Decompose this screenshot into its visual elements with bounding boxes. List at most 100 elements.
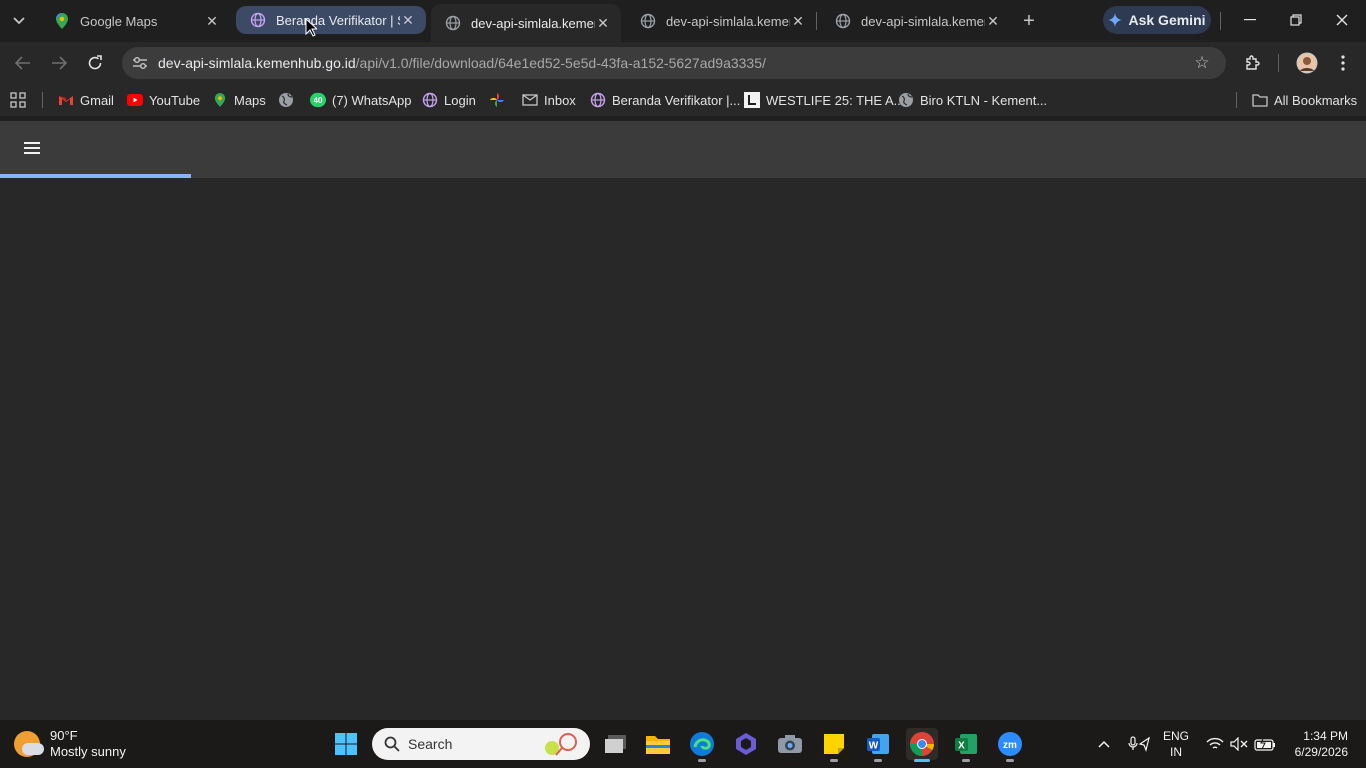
- globe-icon: [422, 92, 438, 108]
- weather-temp: 90°F: [50, 728, 78, 743]
- excel-button[interactable]: X: [950, 728, 982, 762]
- minimize-icon: [1244, 19, 1256, 21]
- back-button[interactable]: [10, 50, 36, 76]
- weather-desc: Mostly sunny: [50, 744, 126, 759]
- task-view-button[interactable]: [600, 728, 632, 760]
- windows-logo-icon: [335, 733, 357, 755]
- globe-icon: [278, 92, 294, 108]
- close-icon[interactable]: ✕: [400, 12, 416, 28]
- battery-charging-icon: [1254, 737, 1275, 751]
- site-settings-icon[interactable]: [132, 55, 148, 71]
- tab-title: dev-api-simlala.kemenhub.go.id: [471, 15, 595, 31]
- mouse-cursor-icon: [305, 18, 317, 37]
- tab-title: dev-api-simlala.kemenhub.go.id: [861, 13, 985, 29]
- battery-indicator[interactable]: [1254, 728, 1276, 760]
- globe-icon: [445, 15, 461, 31]
- sticky-notes-button[interactable]: [818, 728, 850, 762]
- task-view-icon: [605, 735, 626, 753]
- bookmark-globe[interactable]: [278, 90, 294, 110]
- bookmark-star-icon[interactable]: ☆: [1192, 53, 1212, 73]
- bookmark-inbox[interactable]: Inbox: [522, 90, 576, 110]
- puzzle-icon: [1246, 55, 1260, 70]
- globe-icon: [590, 92, 606, 108]
- taskbar-search[interactable]: Search: [372, 728, 590, 760]
- wifi-indicator[interactable]: [1206, 728, 1224, 760]
- excel-icon: X: [955, 734, 977, 754]
- tab-google-maps[interactable]: Google Maps ✕: [40, 6, 230, 36]
- word-icon: W: [867, 734, 889, 754]
- bookmark-westlife[interactable]: WESTLIFE 25: THE A...: [744, 90, 904, 110]
- address-bar[interactable]: dev-api-simlala.kemenhub.go.id/api/v1.0/…: [122, 47, 1226, 79]
- zoom-button[interactable]: zm: [994, 728, 1026, 762]
- zoom-icon: zm: [998, 732, 1022, 756]
- gmail-icon: [58, 92, 74, 108]
- bookmark-gmail[interactable]: Gmail: [58, 90, 114, 110]
- hamburger-menu-icon[interactable]: [22, 139, 42, 157]
- tab-title: Google Maps: [80, 13, 158, 29]
- volume-muted-icon: [1230, 737, 1248, 751]
- url-host: dev-api-simlala.kemenhub.go.id: [158, 55, 356, 71]
- chevron-down-icon: [13, 17, 25, 25]
- minimize-button[interactable]: [1230, 6, 1270, 34]
- bookmark-label: (7) WhatsApp: [332, 92, 412, 108]
- edge-button[interactable]: [686, 728, 718, 762]
- forward-button[interactable]: [46, 50, 72, 76]
- language-code: ENG: [1162, 729, 1189, 743]
- tab-separator: [816, 12, 817, 30]
- avatar-icon: [1296, 52, 1318, 74]
- extensions-button[interactable]: [1240, 50, 1266, 76]
- bookmark-biro-ktln[interactable]: Biro KTLN - Kement...: [898, 90, 1047, 110]
- bookmark-maps[interactable]: Maps: [212, 90, 266, 110]
- system-clock[interactable]: 1:34 PM 6/29/2026: [1290, 728, 1348, 760]
- gemini-sparkle-icon: [1108, 13, 1123, 27]
- bookmark-label: WESTLIFE 25: THE A...: [766, 92, 905, 108]
- whatsapp-badge: 40: [314, 96, 323, 105]
- chrome-menu-button[interactable]: [1330, 50, 1356, 76]
- weather-widget[interactable]: 90°F Mostly sunny: [14, 728, 126, 760]
- word-button[interactable]: W: [862, 728, 894, 762]
- restore-button[interactable]: [1276, 6, 1316, 34]
- reload-button[interactable]: [82, 50, 108, 76]
- volume-indicator[interactable]: [1230, 728, 1248, 760]
- bookmark-beranda-verifikator[interactable]: Beranda Verifikator |...: [590, 90, 740, 110]
- new-tab-button[interactable]: +: [1016, 8, 1042, 34]
- copilot-button[interactable]: [730, 728, 762, 760]
- close-icon[interactable]: ✕: [790, 13, 806, 29]
- svg-text:zm: zm: [1003, 740, 1017, 751]
- ask-gemini-button[interactable]: Ask Gemini: [1103, 6, 1211, 34]
- close-window-button[interactable]: [1322, 6, 1362, 34]
- start-button[interactable]: [330, 728, 362, 760]
- tab-dev-api-3[interactable]: dev-api-simlala.kemenhub.go.id ✕: [821, 6, 1011, 36]
- bookmark-login[interactable]: Login: [422, 90, 476, 110]
- profile-avatar[interactable]: [1294, 50, 1320, 76]
- close-icon[interactable]: ✕: [595, 15, 611, 31]
- all-bookmarks-button[interactable]: All Bookmarks: [1252, 90, 1357, 110]
- tab-search-button[interactable]: [6, 8, 32, 34]
- file-explorer-button[interactable]: [642, 728, 674, 760]
- camera-icon: [778, 735, 802, 753]
- tab-separator: [1220, 12, 1221, 30]
- tab-dev-api-2[interactable]: dev-api-simlala.kemenhub.go.id ✕: [626, 6, 816, 36]
- bookmark-pinwheel[interactable]: [489, 90, 505, 110]
- tab-dev-api-active[interactable]: dev-api-simlala.kemenhub.go.id ✕: [431, 4, 621, 42]
- mic-location-indicator[interactable]: [1128, 728, 1150, 760]
- apps-button[interactable]: [10, 90, 26, 110]
- bookmark-whatsapp[interactable]: 40 (7) WhatsApp: [310, 90, 411, 110]
- tab-beranda-verifikator[interactable]: Beranda Verifikator | Simlala ✕: [236, 6, 426, 34]
- svg-text:X: X: [958, 741, 965, 752]
- camera-button[interactable]: [774, 728, 806, 760]
- close-icon[interactable]: ✕: [204, 13, 220, 29]
- page-header: [0, 121, 1366, 175]
- wifi-icon: [1206, 737, 1224, 749]
- close-icon[interactable]: ✕: [985, 13, 1001, 29]
- letterboxd-icon: [744, 92, 760, 108]
- arrow-right-icon: [52, 56, 67, 70]
- bookmark-youtube[interactable]: YouTube: [127, 90, 200, 110]
- globe-icon: [640, 13, 656, 29]
- bookmark-label: Biro KTLN - Kement...: [920, 92, 1048, 108]
- copilot-icon: [736, 733, 756, 755]
- chrome-taskbar-button[interactable]: [906, 728, 938, 762]
- language-indicator[interactable]: ENG IN: [1160, 728, 1192, 760]
- url-path: /api/v1.0/file/download/64e1ed52-5e5d-43…: [355, 55, 766, 71]
- show-hidden-icons-button[interactable]: [1098, 728, 1110, 760]
